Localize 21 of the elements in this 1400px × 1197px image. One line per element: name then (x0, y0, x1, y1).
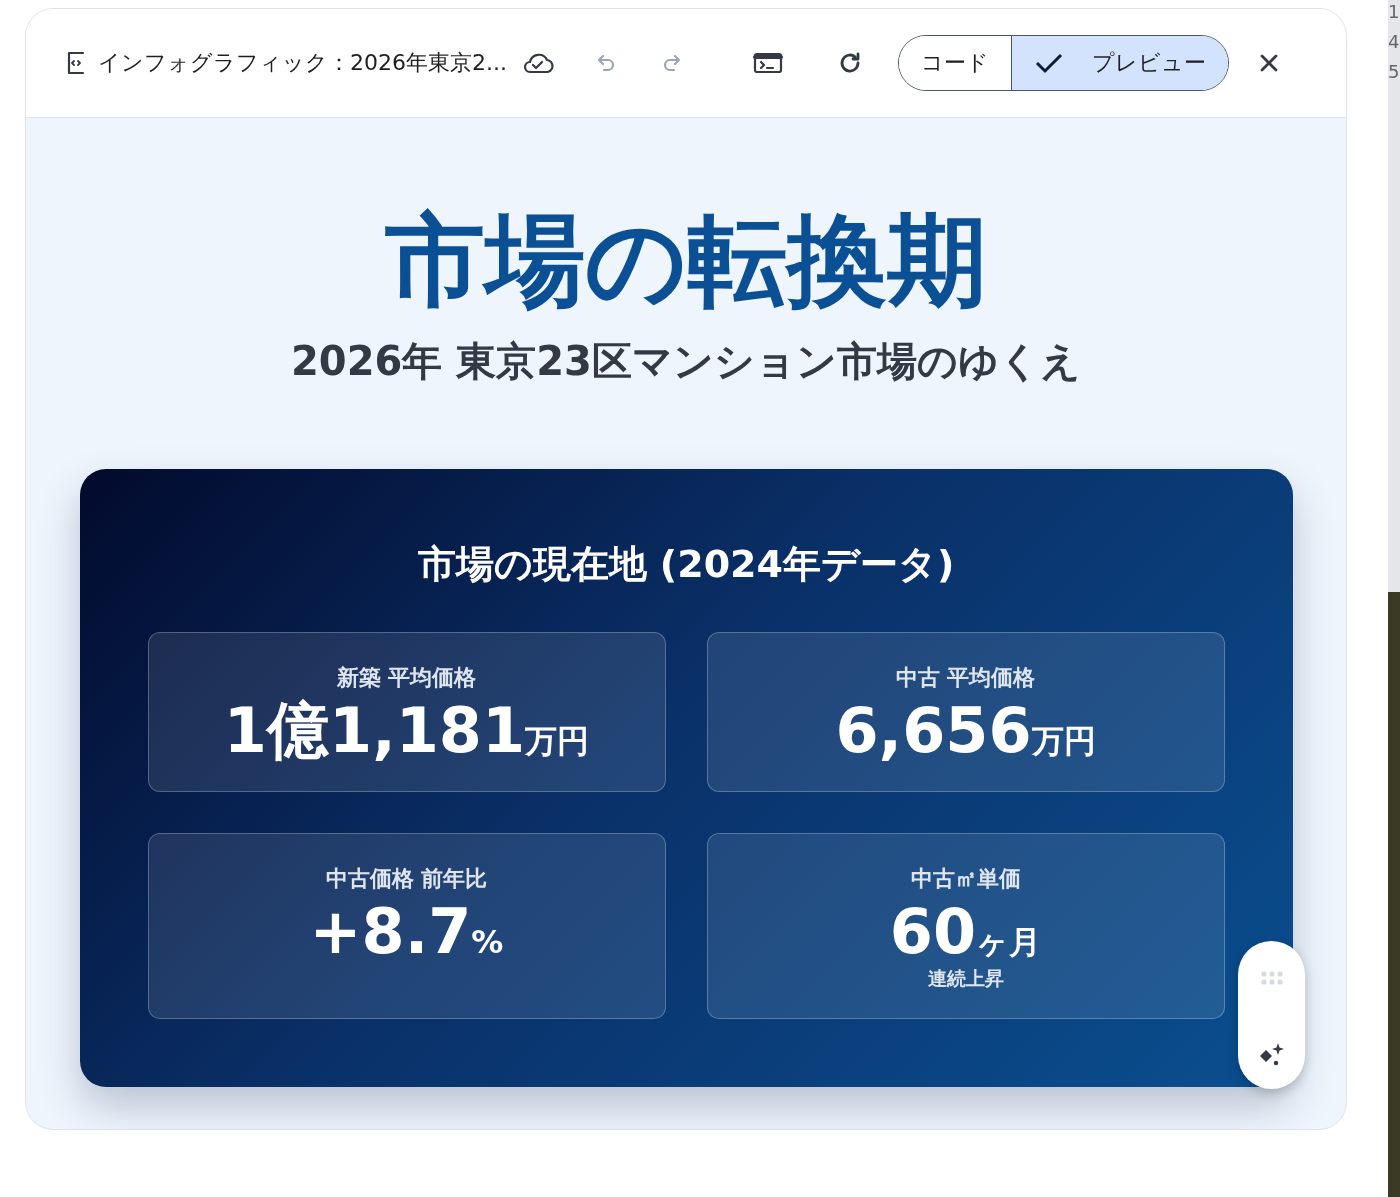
stat-unit: ヶ月 (976, 922, 1042, 963)
stat-label: 新築 平均価格 (336, 664, 477, 692)
headline: 市場の転換期 (385, 206, 987, 316)
document-title: インフォグラフィック：2026年東京2... (98, 49, 508, 77)
stat-label: 中古 平均価格 (895, 664, 1036, 692)
subheadline: 2026年 東京23区マンション市場のゆくえ (291, 337, 1081, 386)
line-number: 4 (1388, 32, 1400, 52)
stat-label: 中古価格 前年比 (325, 865, 488, 893)
stat-note: 連続上昇 (927, 966, 1004, 992)
mode-tab[interactable]: プレビュー (1011, 36, 1228, 90)
stat-unit: 万円 (525, 722, 590, 760)
line-number: 5 (1388, 62, 1400, 82)
stat-value: +8.7 (309, 898, 472, 967)
panel-title: 市場の現在地 (2024年データ) (417, 541, 955, 588)
line-number: 1 (1388, 2, 1400, 22)
stat-value: 60 (889, 898, 977, 967)
stat-value: 1億1,181 (223, 697, 526, 766)
stat-unit: % (471, 923, 504, 961)
stat-label: 中古㎡単価 (910, 865, 1021, 893)
stat-value: 6,656 (835, 697, 1032, 766)
stat-unit: 万円 (1031, 722, 1096, 760)
